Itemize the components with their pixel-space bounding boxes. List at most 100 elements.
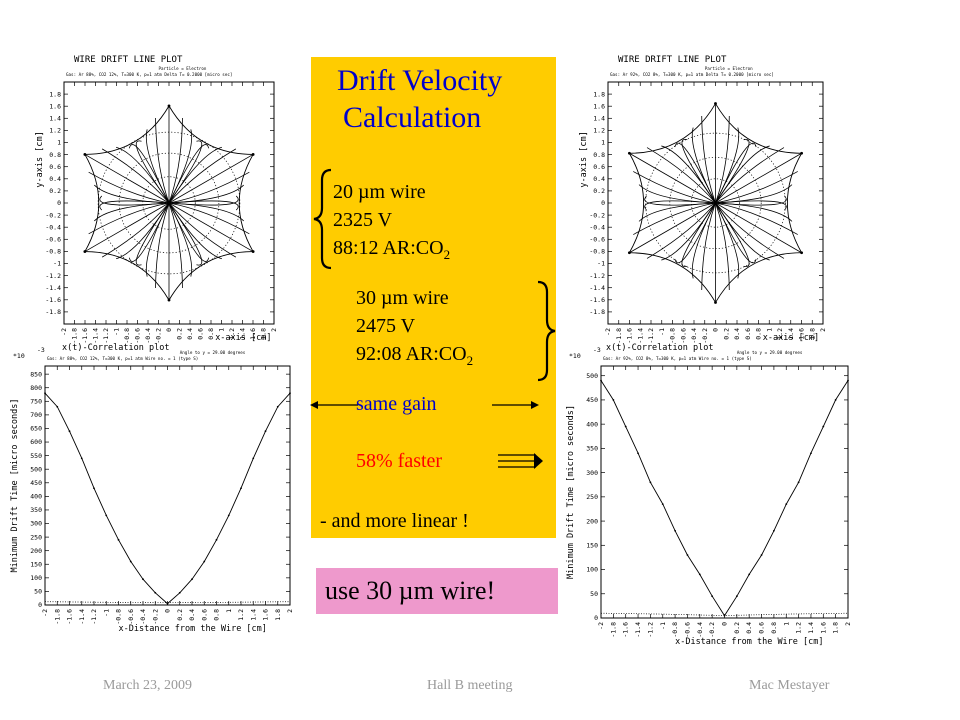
drift-time-point [117, 538, 120, 541]
drift-vertex-dot [83, 153, 87, 156]
wire1-line2: 2325 V [333, 209, 393, 231]
brace-right-path [537, 280, 556, 382]
drift-time-point [600, 379, 602, 382]
plot-gas-label: Gas: Ar 88%, CO2 12%, T=300 K, p=1 atm D… [66, 72, 232, 77]
x-axis-label: x-axis [cm] [763, 333, 819, 343]
x-tick-label: 0.8 [213, 609, 221, 621]
y-tick-label: 1.6 [49, 102, 61, 110]
drift-boundary [168, 251, 254, 301]
x-tick-label: -1.2 [647, 328, 655, 344]
y-tick-label: -0.8 [589, 248, 605, 256]
y-tick-label: -1.6 [45, 296, 61, 304]
drift-time-point [68, 430, 71, 433]
y-tick-label: 0.6 [593, 163, 605, 171]
drift-time-plot-30um-svg: Angle to y = 29.00 degreesGas: Ar 92%, C… [566, 346, 852, 647]
plot-particle-label: Particle = Electron [705, 66, 753, 71]
x-tick-label: -0.4 [690, 328, 698, 344]
plot-frame [44, 365, 291, 606]
x-tick-label: 2 [270, 328, 278, 332]
x-tick-label: -1.2 [102, 328, 110, 344]
plot-particle-label: Particle = Electron [159, 66, 207, 71]
more-linear-label: - and more linear ! [320, 510, 469, 532]
x-tick-label: 2 [286, 609, 294, 613]
x-tick-label: 1 [218, 328, 226, 332]
arrow-head-left [310, 401, 318, 409]
y-tick-label: 350 [586, 445, 598, 453]
drift-boundary [84, 251, 170, 301]
wire-drift-plot-30um-svg: WIRE DRIFT LINE PLOTParticle = ElectronG… [579, 55, 827, 353]
y-tick-label: -1.2 [589, 272, 605, 280]
x-tick-label: 0.2 [176, 609, 184, 621]
drift-time-curve [44, 392, 291, 605]
drift-time-point [142, 578, 144, 581]
x-tick-label: -0.8 [115, 609, 123, 625]
drift-time-point [56, 405, 59, 408]
y-tick-label: 1 [57, 139, 61, 147]
y-axis-label: y-axis [cm] [579, 131, 589, 187]
y-tick-label: 500 [586, 372, 598, 380]
x-tick-label: 0 [165, 328, 173, 332]
x-tick-label: -0.8 [669, 328, 677, 344]
drift-boundary [84, 105, 170, 155]
drift-time-point [227, 514, 230, 517]
drift-boundary [238, 154, 254, 252]
y-tick-label: -0.2 [589, 211, 605, 219]
x-tick-label: 1 [765, 328, 773, 332]
drift-time-point [822, 425, 825, 428]
plot-gas-label: Gas: Ar 88%, CO2 12%, T=300 K, p=1 atm W… [47, 356, 198, 361]
y-tick-label: 550 [30, 452, 42, 460]
wire2-line3: 92:08 AR:CO2 [356, 343, 473, 369]
x-tick-label: -1 [113, 328, 121, 336]
y-tick-label: 0.4 [49, 175, 61, 183]
wire-center-dot [167, 201, 171, 205]
x-tick-label: -0.6 [683, 622, 691, 638]
y-tick-label: 0.4 [593, 175, 605, 183]
x-tick-label: 0 [721, 622, 729, 626]
same-gain-label: same gain [356, 393, 437, 415]
x-tick-label: 1.4 [807, 622, 815, 634]
x-tick-label: -2 [597, 622, 605, 630]
drift-time-plot-30um: Angle to y = 29.00 degrees Gas: Ar 92%, C… [558, 344, 878, 650]
y-tick-label: 100 [586, 566, 598, 574]
y-tick-label: -1 [597, 260, 605, 268]
drift-time-point [178, 591, 181, 594]
y-tick-label: 50 [34, 588, 42, 596]
y-tick-label: 1.8 [593, 90, 605, 98]
x-tick-label: 0.6 [200, 609, 208, 621]
x-tick-label: 0.6 [744, 328, 752, 340]
y-tick-label: 200 [586, 517, 598, 525]
drift-vertex-dot [251, 153, 255, 156]
drift-time-point [203, 560, 206, 563]
y-tick-label: 600 [30, 438, 42, 446]
wire1-gas-mix: 88:12 AR:CO [333, 237, 444, 259]
x-tick-label: -1 [659, 622, 667, 630]
x-tick-label: -0.6 [134, 328, 142, 344]
y-tick-label: 0.2 [49, 187, 61, 195]
y-tick-label: 1.4 [49, 115, 61, 123]
drift-boundary [168, 105, 254, 155]
drift-time-point [289, 392, 291, 395]
x-tick-label: -0.8 [671, 622, 679, 638]
drift-time-point [612, 399, 615, 401]
drift-time-plot-20um-svg: Angle to y = 29.00 degreesGas: Ar 88%, C… [10, 346, 294, 634]
x-tick-label: -0.2 [155, 328, 163, 344]
x-tick-label: -1 [658, 328, 666, 336]
drift-line [84, 202, 170, 252]
y-axis-label: Minimum Drift Time [micro seconds] [566, 405, 576, 579]
drift-time-point [686, 554, 689, 556]
x-tick-label: -0.4 [696, 622, 704, 638]
x-tick-label: 0.2 [733, 622, 741, 634]
y-tick-label: -1.2 [45, 272, 61, 280]
drift-boundary [787, 153, 803, 253]
x-tick-label: 1.8 [832, 622, 840, 634]
footer-date: March 23, 2009 [103, 678, 193, 693]
drift-time-point [105, 514, 108, 517]
wire-drift-plot-20um-svg: WIRE DRIFT LINE PLOTParticle = ElectronG… [35, 55, 278, 353]
plot-angle-label: Angle to y = 29.00 degrees [180, 350, 246, 355]
drift-time-point [166, 602, 169, 605]
drift-boundary [629, 103, 716, 154]
x-tick-label: 1.8 [274, 609, 282, 621]
y-tick-label: -0.8 [45, 248, 61, 256]
drift-time-point [773, 529, 775, 532]
right-arrow-icon [492, 401, 539, 409]
